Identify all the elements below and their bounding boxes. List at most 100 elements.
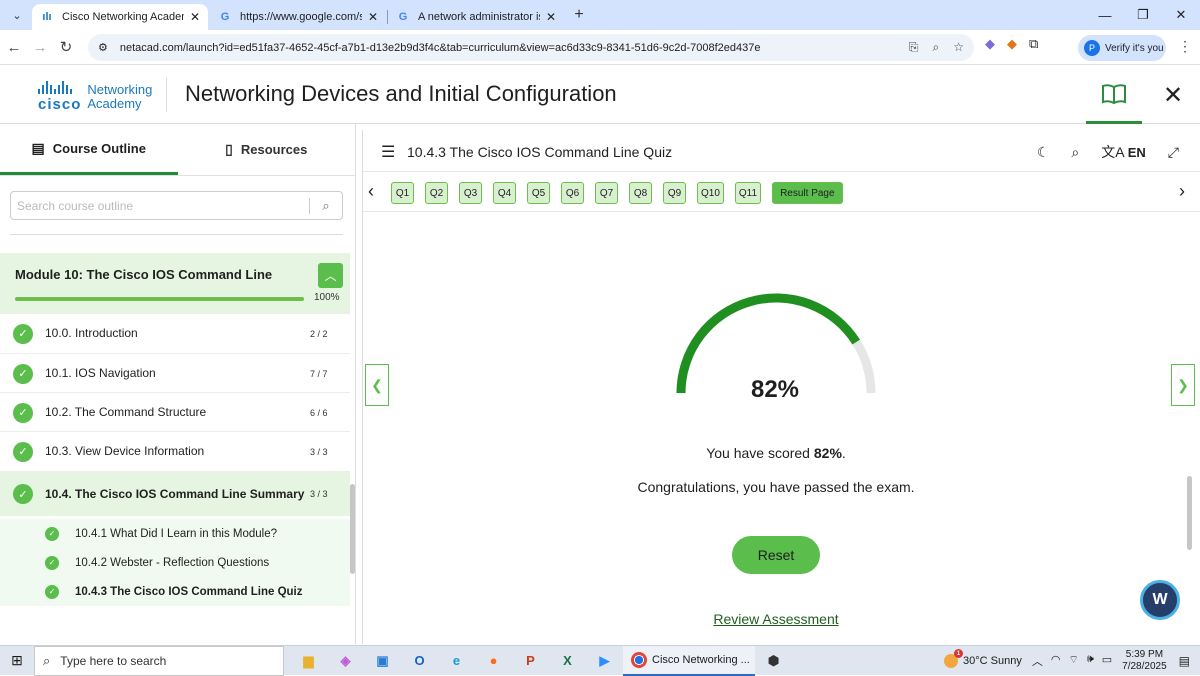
bookmark-star-icon[interactable]: ☆ [953,40,964,55]
chevron-left-icon[interactable]: ‹ [368,181,374,202]
extensions-puzzle-icon[interactable]: ⧉ [1029,36,1038,52]
question-button[interactable]: Q7 [595,182,618,204]
language-button[interactable]: 文A EN [1101,142,1146,162]
windows-start-icon[interactable]: ⊞ [0,652,34,669]
document-icon: ▯ [225,141,233,157]
file-explorer-icon[interactable]: ▆ [290,646,327,676]
sidebar-scrollbar[interactable] [350,484,355,574]
chrome-taskbar-button[interactable]: Cisco Networking ... [623,645,755,676]
question-button[interactable]: Q10 [697,182,724,204]
restore-icon[interactable]: ❐ [1124,0,1162,30]
result-page-button[interactable]: Result Page [772,182,843,204]
congrats-message: Congratulations, you have passed the exa… [637,479,915,495]
edge-icon[interactable]: e [438,646,475,676]
browser-menu-icon[interactable]: ⋮ [1178,38,1192,55]
question-button[interactable]: Q6 [561,182,584,204]
network-icon[interactable]: ◠ [1051,653,1061,669]
question-button[interactable]: Q11 [734,182,762,204]
chevron-right-icon[interactable]: › [1179,181,1185,202]
wifi-icon[interactable]: ⌔ [1068,653,1078,669]
tab-title: Cisco Networking Academy: Ne [62,11,184,23]
powerpoint-icon[interactable]: P [512,646,549,676]
lesson-item-current[interactable]: ✓ 10.4. The Cisco IOS Command Line Summa… [0,471,350,516]
close-tab-icon[interactable]: ✕ [546,10,556,24]
notifications-icon[interactable]: ▤ [1179,654,1190,668]
outlook-icon[interactable]: O [401,646,438,676]
tab-search-chevron-icon[interactable]: ⌄ [4,4,30,26]
review-assessment-link[interactable]: Review Assessment [693,611,859,627]
zoom-icon[interactable]: ⌕ [933,40,940,55]
next-page-chevron-icon[interactable]: ❯ [1171,364,1195,406]
chevron-up-icon[interactable]: ︿ [1032,653,1043,669]
volume-icon[interactable]: 🕪 [1087,653,1094,669]
sublesson-item-current[interactable]: ✓ 10.4.3 The Cisco IOS Command Line Quiz [0,577,350,606]
extension-icon[interactable]: ◆ [985,36,995,52]
chevron-up-icon[interactable]: ︿ [318,263,343,288]
prev-page-chevron-icon[interactable]: ❮ [365,364,389,406]
lesson-item[interactable]: ✓ 10.3. View Device Information 3 / 3 [0,431,350,471]
new-tab-plus-icon[interactable]: + [566,2,592,28]
sublesson-item[interactable]: ✓ 10.4.2 Webster - Reflection Questions [0,548,350,577]
search-icon[interactable]: ⌕ [1071,144,1079,161]
fullscreen-icon[interactable]: ⤢ [1168,144,1179,161]
dark-mode-moon-icon[interactable]: ☾ [1037,144,1050,161]
browser-tab-google-search[interactable]: G https://www.google.com/searc ✕ [210,4,388,30]
battery-icon[interactable]: ▭ [1102,653,1112,669]
verify-label: Verify it's you [1105,42,1164,54]
sublesson-item[interactable]: ✓ 10.4.1 What Did I Learn in this Module… [0,519,350,548]
tab-resources[interactable]: ▯ Resources [178,124,356,175]
open-book-icon[interactable] [1086,66,1142,124]
reset-button[interactable]: Reset [732,536,820,574]
lesson-item[interactable]: ✓ 10.1. IOS Navigation 7 / 7 [0,353,350,393]
question-button[interactable]: Q2 [425,182,448,204]
back-arrow-icon[interactable]: ← [2,35,26,59]
profile-avatar: P [1084,40,1100,56]
question-button[interactable]: Q3 [459,182,482,204]
browser-tab-google-question[interactable]: G A network administrator is wor ✕ [388,4,564,30]
module-progress-label: 100% [314,292,340,303]
clock[interactable]: 5:39 PM 7/28/2025 [1122,649,1167,673]
address-bar[interactable]: ⚙ netacad.com/launch?id=ed51fa37-4652-45… [88,34,974,61]
firefox-icon[interactable]: ● [475,646,512,676]
copilot-icon[interactable]: ◈ [327,646,364,676]
close-window-icon[interactable]: ✕ [1162,0,1200,30]
reload-icon[interactable]: ↻ [54,35,78,59]
tab-course-outline[interactable]: ▤ Course Outline [0,124,178,175]
question-button[interactable]: Q9 [663,182,686,204]
question-button[interactable]: Q4 [493,182,516,204]
search-icon[interactable]: ⌕ [310,198,342,214]
browser-tab-cisco[interactable]: ılı Cisco Networking Academy: Ne ✕ [32,4,208,30]
lesson-item[interactable]: ✓ 10.0. Introduction 2 / 2 [0,313,350,353]
question-button[interactable]: Q5 [527,182,550,204]
question-button[interactable]: Q1 [391,182,414,204]
page-title: 10.4.3 The Cisco IOS Command Line Quiz [407,144,673,160]
close-tab-icon[interactable]: ✕ [368,10,378,24]
browser-toolbar: ← → ↻ ⚙ netacad.com/launch?id=ed51fa37-4… [0,30,1200,65]
close-tab-icon[interactable]: ✕ [190,10,200,24]
content-scrollbar[interactable] [1187,476,1192,550]
weather-widget[interactable]: 1 30°C Sunny [944,649,1022,668]
install-app-icon[interactable]: ⎘ [909,40,919,55]
chat-assistant-icon[interactable]: W [1140,580,1180,620]
excel-icon[interactable]: X [549,646,586,676]
course-search-input[interactable] [17,198,309,213]
score-text: You have scored 82%. [706,445,846,461]
quiz-panel: ☰ 10.4.3 The Cisco IOS Command Line Quiz… [362,130,1200,644]
minimize-icon[interactable]: — [1086,0,1124,30]
collapse-menu-icon[interactable]: ☰ [381,142,395,162]
packet-tracer-icon[interactable]: ⬢ [755,646,792,676]
question-button[interactable]: Q8 [629,182,652,204]
lesson-item[interactable]: ✓ 10.2. The Command Structure 6 / 6 [0,392,350,432]
extensions-area: ◆ ◆ ⧉ [985,36,1038,52]
zoom-app-icon[interactable]: ▶ [586,646,623,676]
check-icon: ✓ [45,555,59,570]
netacad-logo[interactable]: cisco Networking Academy [38,80,152,113]
metamask-icon[interactable]: ◆ [1007,36,1017,52]
module-header[interactable]: Module 10: The Cisco IOS Command Line ︿ … [0,253,350,313]
forward-arrow-icon[interactable]: → [28,35,52,59]
close-course-icon[interactable]: ✕ [1146,66,1200,124]
profile-verify-button[interactable]: P Verify it's you [1078,35,1166,61]
store-icon[interactable]: ▣ [364,646,401,676]
taskbar-search[interactable]: ⌕ Type here to search [34,645,284,676]
site-settings-icon[interactable]: ⚙ [98,41,108,54]
